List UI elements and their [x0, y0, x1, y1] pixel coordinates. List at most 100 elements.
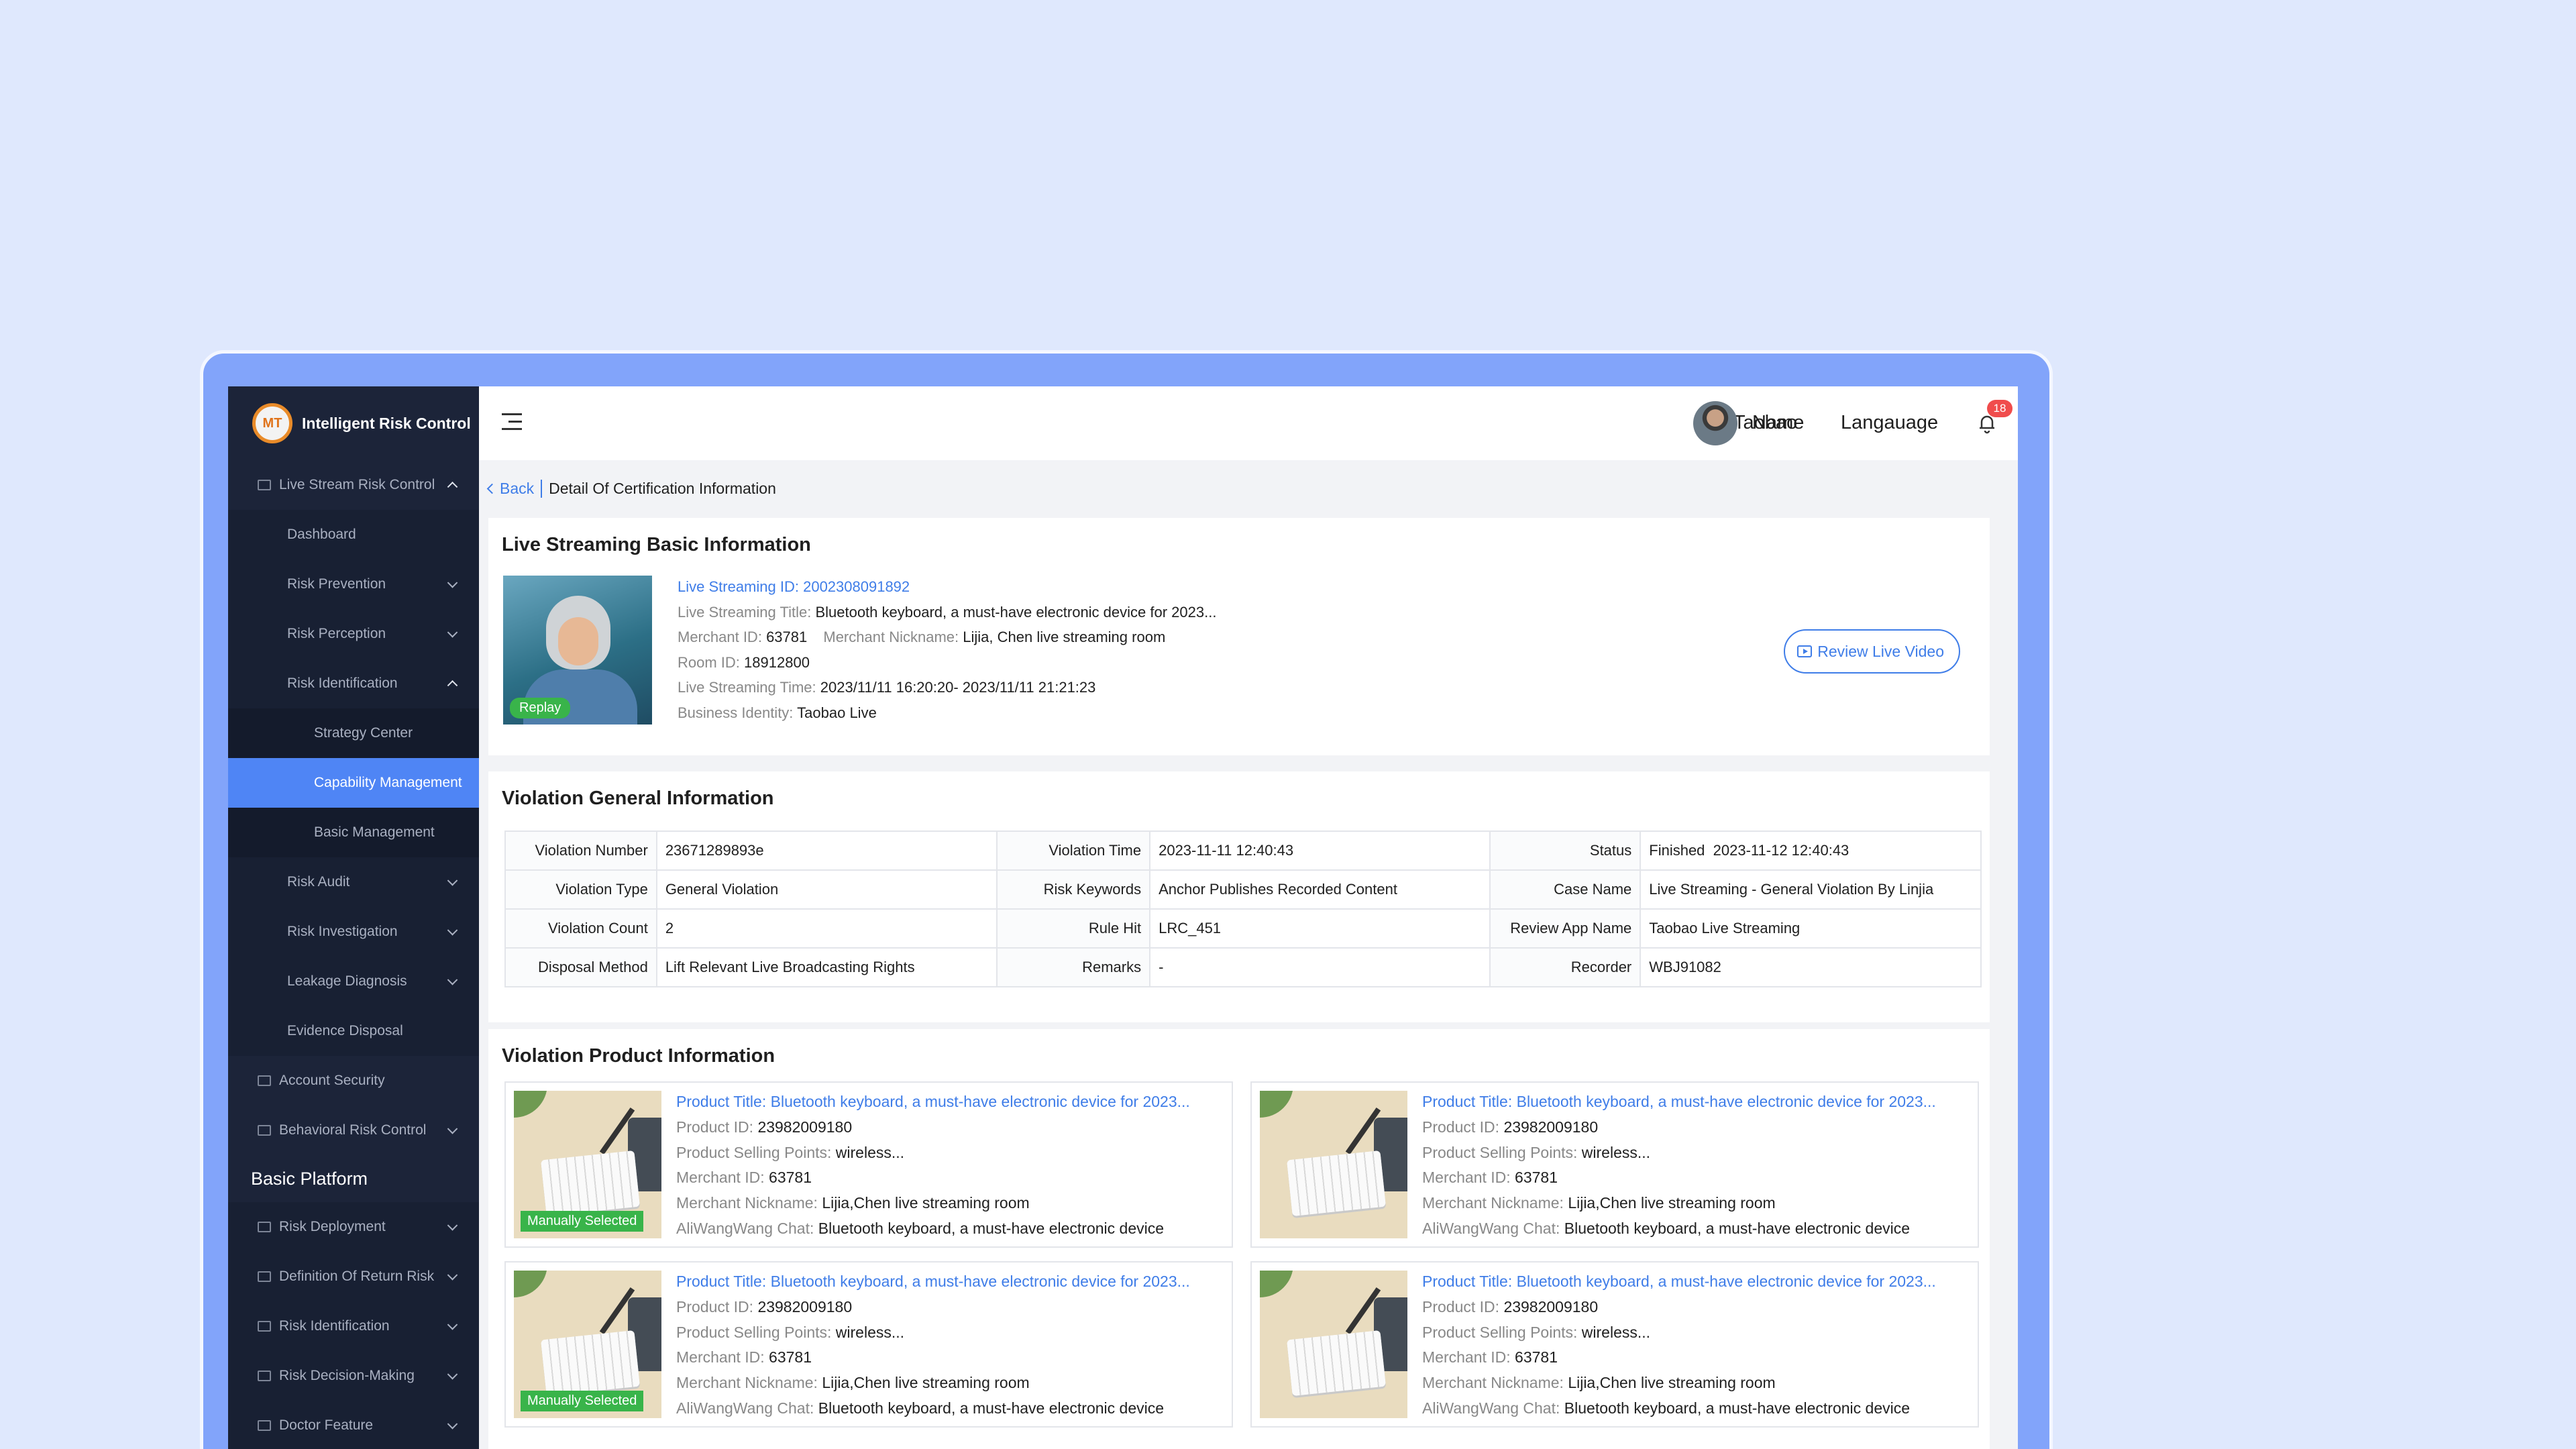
merchant-id-value: 63781 — [769, 1348, 812, 1366]
product-title-link[interactable]: Bluetooth keyboard, a must-have electron… — [1517, 1093, 1936, 1110]
rule-hit-link[interactable]: LRC_451 — [1149, 908, 1491, 949]
violation-number-value: 23671289893e — [655, 830, 998, 871]
sidebar-item-risk-identification-platform[interactable]: Risk Identification — [228, 1301, 479, 1351]
leaf-shape — [1260, 1091, 1293, 1118]
selling-points-label: Product Selling Points: — [676, 1143, 832, 1161]
notifications-button[interactable]: 18 — [1974, 400, 2012, 436]
review-live-video-button[interactable]: Review Live Video — [1784, 629, 1960, 674]
doctor-icon — [258, 1420, 271, 1431]
merchant-id-value: 63781 — [766, 629, 808, 645]
violation-type-value: General Violation — [655, 869, 998, 910]
basic-info-card: Live Streaming Basic Information Replay … — [488, 518, 1990, 755]
product-card[interactable]: Manually Selected Product Title: Bluetoo… — [504, 1081, 1233, 1248]
product-title-link[interactable]: Bluetooth keyboard, a must-have electron… — [771, 1093, 1190, 1110]
stream-thumbnail[interactable]: Replay — [503, 576, 652, 724]
violation-type-label: Violation Type — [504, 869, 657, 910]
merchant-row: Merchant ID: 63781 Merchant Nickname: Li… — [678, 625, 1228, 650]
selling-points-value: wireless... — [835, 1323, 905, 1341]
sidebar-item-label: Strategy Center — [314, 725, 413, 741]
product-title-link[interactable]: Bluetooth keyboard, a must-have electron… — [1517, 1273, 1936, 1290]
sidebar-section-basic-platform: Basic Platform — [228, 1155, 479, 1202]
merchant-id-value: 63781 — [769, 1169, 812, 1187]
merchant-nickname-label: Merchant Nickname: — [1422, 1194, 1564, 1212]
violation-count-value: 2 — [655, 908, 998, 949]
sidebar-item-risk-decision-making[interactable]: Risk Decision-Making — [228, 1351, 479, 1401]
violation-info-table: Violation Number 23671289893e Violation … — [504, 830, 1982, 987]
sidebar-item-label: Definition Of Return Risk — [279, 1269, 435, 1284]
sidebar-item-leakage-diagnosis[interactable]: Leakage Diagnosis — [228, 957, 479, 1006]
selling-points-label: Product Selling Points: — [1422, 1323, 1578, 1341]
product-title-link[interactable]: Bluetooth keyboard, a must-have electron… — [771, 1273, 1190, 1290]
selling-points-label: Product Selling Points: — [676, 1323, 832, 1341]
user-name[interactable]: Name — [1752, 412, 1804, 434]
identify-icon — [258, 1321, 271, 1332]
sidebar-item-risk-perception[interactable]: Risk Perception — [228, 609, 479, 659]
chevron-down-icon — [447, 975, 458, 985]
video-play-icon — [1797, 645, 1813, 657]
sidebar-item-risk-audit[interactable]: Risk Audit — [228, 857, 479, 907]
product-details: Product Title: Bluetooth keyboard, a mus… — [676, 1089, 1190, 1242]
stream-time-label: Live Streaming Time: — [678, 679, 816, 696]
merchant-id-label: Merchant ID: — [676, 1348, 765, 1366]
merchant-nickname-value: Lijia,Chen live streaming room — [1568, 1194, 1776, 1212]
menu-toggle-icon[interactable] — [502, 413, 522, 432]
stream-time-value: 2023/11/11 16:20:20- 2023/11/11 21:21:23 — [820, 679, 1096, 696]
merchant-id-value: 63781 — [1515, 1348, 1558, 1366]
deploy-icon — [258, 1222, 271, 1232]
language-selector[interactable]: Langauage — [1841, 412, 1938, 434]
product-id-label: Product ID: — [676, 1297, 754, 1316]
sidebar-item-capability-management[interactable]: Capability Management — [228, 758, 479, 808]
stream-time-row: Live Streaming Time: 2023/11/11 16:20:20… — [678, 675, 1228, 700]
product-image — [1260, 1271, 1407, 1418]
chevron-up-icon — [447, 680, 458, 691]
avatar[interactable] — [1693, 401, 1737, 445]
product-details: Product Title: Bluetooth keyboard, a mus… — [676, 1269, 1190, 1421]
sidebar-item-evidence-disposal[interactable]: Evidence Disposal — [228, 1006, 479, 1056]
sidebar-item-label: Behavioral Risk Control — [279, 1122, 427, 1138]
sidebar-item-dashboard[interactable]: Dashboard — [228, 510, 479, 559]
app-window: MT Intelligent Risk Control Live Stream … — [228, 386, 2018, 1449]
back-link[interactable]: Back — [486, 479, 543, 498]
top-header: Taobao Langauage 18 86 Name — [479, 386, 2018, 460]
product-card[interactable]: Product Title: Bluetooth keyboard, a mus… — [1250, 1261, 1979, 1428]
stream-title-label: Live Streaming Title: — [678, 603, 812, 621]
sidebar-item-risk-investigation[interactable]: Risk Investigation — [228, 907, 479, 957]
case-name-label: Case Name — [1489, 869, 1642, 910]
sidebar-item-label: Leakage Diagnosis — [287, 973, 407, 989]
sidebar-item-doctor-feature[interactable]: Doctor Feature — [228, 1401, 479, 1449]
chat-label: AliWangWang Chat: — [676, 1219, 814, 1237]
table-row: Violation Type General Violation Risk Ke… — [504, 869, 1982, 910]
sidebar-item-basic-management[interactable]: Basic Management — [228, 808, 479, 857]
chat-value: Bluetooth keyboard, a must-have electron… — [1564, 1399, 1911, 1417]
manually-selected-tag: Manually Selected — [521, 1391, 644, 1411]
app-logo[interactable]: MT Intelligent Risk Control — [228, 386, 479, 460]
sidebar-item-definition-of-return-risk[interactable]: Definition Of Return Risk — [228, 1252, 479, 1301]
product-card[interactable]: Product Title: Bluetooth keyboard, a mus… — [1250, 1081, 1979, 1248]
sidebar-item-live-stream-risk-control[interactable]: Live Stream Risk Control — [228, 460, 479, 510]
product-details: Product Title: Bluetooth keyboard, a mus… — [1422, 1269, 1936, 1421]
sidebar-item-strategy-center[interactable]: Strategy Center — [228, 708, 479, 758]
violation-product-card: Violation Product Information Manually S… — [488, 1029, 1990, 1449]
merchant-id-label: Merchant ID: — [678, 629, 762, 645]
chevron-down-icon — [447, 925, 458, 936]
sidebar-item-behavioral-risk-control[interactable]: Behavioral Risk Control — [228, 1106, 479, 1155]
sidebar-item-risk-prevention[interactable]: Risk Prevention — [228, 559, 479, 609]
product-title-label: Product Title: — [676, 1093, 767, 1110]
chat-value: Bluetooth keyboard, a must-have electron… — [818, 1219, 1165, 1237]
merchant-nickname-label: Merchant Nickname: — [676, 1374, 818, 1392]
live-id-link[interactable]: 2002308091892 — [803, 578, 910, 595]
stream-title-value: Bluetooth keyboard, a must-have electron… — [815, 603, 1217, 621]
live-id-row: Live Streaming ID: 2002308091892 — [678, 574, 1228, 600]
review-app-name-link[interactable]: Taobao Live Streaming — [1640, 908, 1982, 949]
violation-number-label: Violation Number — [504, 830, 657, 871]
sidebar-item-account-security[interactable]: Account Security — [228, 1056, 479, 1106]
sidebar-item-label: Risk Decision-Making — [279, 1368, 415, 1383]
rule-hit-label: Rule Hit — [996, 908, 1151, 949]
grid-icon — [258, 1125, 271, 1136]
sidebar-item-label: Risk Deployment — [279, 1219, 386, 1234]
merchant-nickname-value: Lijia,Chen live streaming room — [1568, 1374, 1776, 1392]
chevron-down-icon — [447, 1220, 458, 1231]
sidebar-item-risk-deployment[interactable]: Risk Deployment — [228, 1202, 479, 1252]
product-card[interactable]: Manually Selected Product Title: Bluetoo… — [504, 1261, 1233, 1428]
sidebar-item-risk-identification[interactable]: Risk Identification — [228, 659, 479, 708]
